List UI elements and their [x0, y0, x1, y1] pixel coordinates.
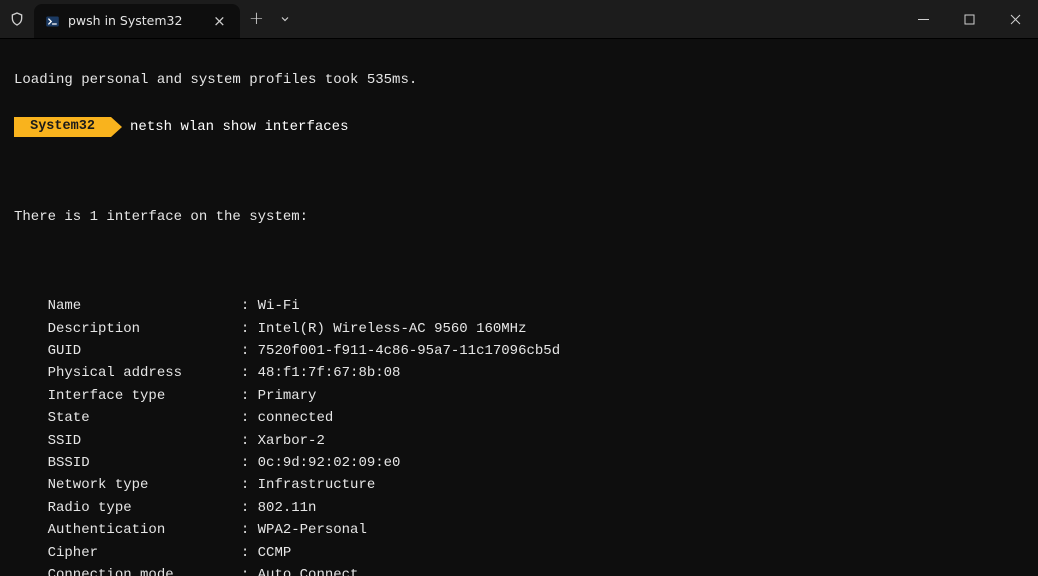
property-row: SSID : Xarbor-2	[14, 430, 1024, 452]
property-row: State : connected	[14, 407, 1024, 429]
maximize-button[interactable]	[946, 0, 992, 38]
property-row: Connection mode : Auto Connect	[14, 564, 1024, 576]
tab-close-button[interactable]: ×	[210, 14, 228, 29]
tab-title: pwsh in System32	[68, 15, 182, 28]
property-row: Name : Wi-Fi	[14, 295, 1024, 317]
property-row: Description : Intel(R) Wireless-AC 9560 …	[14, 318, 1024, 340]
blank-line	[14, 251, 1024, 273]
property-row: Network type : Infrastructure	[14, 474, 1024, 496]
tab-active[interactable]: pwsh in System32 ×	[34, 4, 240, 38]
terminal-output[interactable]: Loading personal and system profiles too…	[0, 39, 1038, 576]
profile-load-line: Loading personal and system profiles too…	[14, 69, 1024, 91]
prompt-dir-label: System32	[30, 117, 95, 137]
output-header: There is 1 interface on the system:	[14, 206, 1024, 228]
property-row: GUID : 7520f001-f911-4c86-95a7-11c17096c…	[14, 340, 1024, 362]
property-row: Interface type : Primary	[14, 385, 1024, 407]
new-tab-button[interactable]: +	[240, 10, 272, 28]
blank-line	[14, 161, 1024, 183]
interface-properties: Name : Wi-Fi Description : Intel(R) Wire…	[14, 295, 1024, 576]
property-row: Authentication : WPA2-Personal	[14, 519, 1024, 541]
titlebar-left: pwsh in System32 × +	[0, 0, 298, 38]
property-row: BSSID : 0c:9d:92:02:09:e0	[14, 452, 1024, 474]
window-controls	[900, 0, 1038, 38]
property-row: Radio type : 802.11n	[14, 497, 1024, 519]
property-row: Cipher : CCMP	[14, 542, 1024, 564]
command-text: netsh wlan show interfaces	[130, 116, 348, 138]
property-row: Physical address : 48:f1:7f:67:8b:08	[14, 362, 1024, 384]
prompt-dir-pill: System32	[14, 117, 111, 137]
close-window-button[interactable]	[992, 0, 1038, 38]
prompt-1: System32 netsh wlan show interfaces	[14, 116, 1024, 138]
window-titlebar: pwsh in System32 × +	[0, 0, 1038, 39]
shield-icon	[8, 10, 26, 28]
minimize-button[interactable]	[900, 0, 946, 38]
tab-dropdown-button[interactable]	[272, 13, 298, 25]
powershell-icon	[44, 13, 60, 29]
pill-arrow	[111, 117, 122, 137]
